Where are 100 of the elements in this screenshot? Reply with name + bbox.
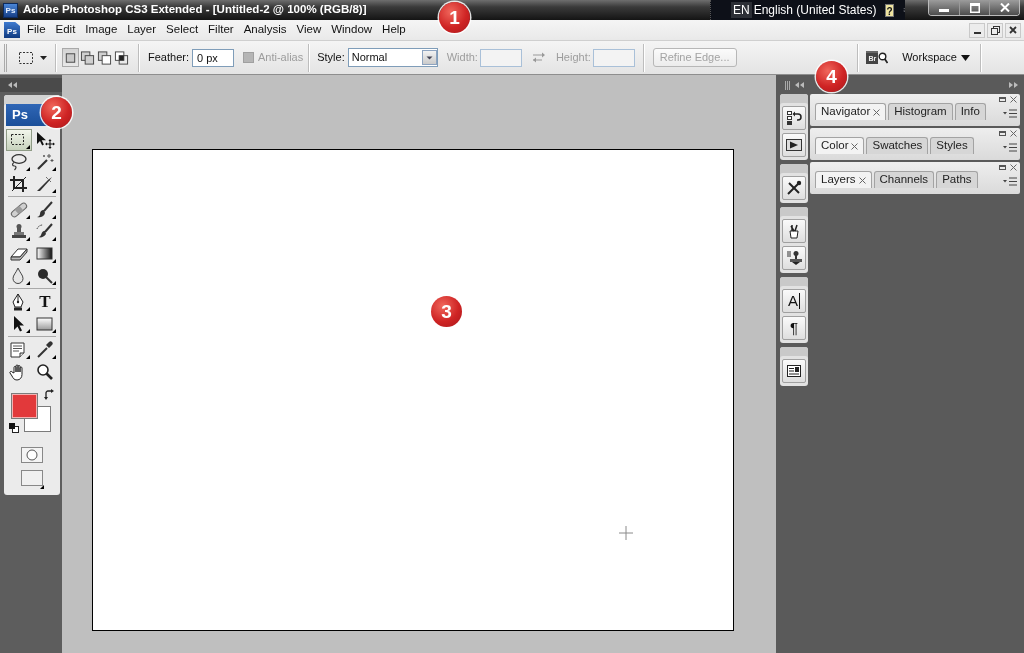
grip-icon xyxy=(4,43,7,72)
crop-icon xyxy=(8,175,30,193)
panel-tab[interactable]: Styles xyxy=(930,137,974,154)
crossed-tools-icon xyxy=(786,180,802,196)
caret-icon xyxy=(40,55,47,60)
workspace-button[interactable]: Workspace xyxy=(902,50,970,65)
overlapping-squares-icon xyxy=(80,49,95,66)
panel-button[interactable] xyxy=(782,106,806,130)
close-icon xyxy=(1010,95,1017,103)
caret-icon xyxy=(961,54,970,61)
collapse-icon xyxy=(8,82,17,88)
tool-button[interactable]: T xyxy=(32,291,58,313)
panel-button[interactable] xyxy=(782,133,806,157)
foreground-swatch-icon[interactable] xyxy=(11,393,38,419)
help-button[interactable]: ? xyxy=(885,3,894,17)
style-label: Style: xyxy=(317,50,345,65)
panel-tab[interactable]: Layers xyxy=(815,171,872,188)
close-button[interactable] xyxy=(989,0,1019,15)
menu-item[interactable]: Edit xyxy=(50,23,81,37)
style-dropdown[interactable]: Normal xyxy=(347,48,438,67)
feather-field[interactable]: 0 px xyxy=(191,48,234,67)
panel-menu-icon xyxy=(1003,177,1017,186)
panel-button[interactable] xyxy=(782,246,806,270)
menu-item[interactable]: File xyxy=(22,23,51,37)
panel-tab[interactable]: Channels xyxy=(873,171,935,188)
menu-item[interactable]: Analysis xyxy=(238,23,292,37)
screen-mode-button[interactable] xyxy=(20,469,44,489)
circle-frame-icon xyxy=(20,446,44,464)
app-logo: Ps xyxy=(3,2,18,18)
swap-arrows-icon xyxy=(44,389,55,400)
restore-button[interactable] xyxy=(987,22,1003,38)
window-title: Adobe Photoshop CS3 Extended - [Untitled-2 @ 100% (RGB/8)] xyxy=(23,3,367,17)
expand-icon xyxy=(1009,82,1018,88)
menu-item[interactable]: Select xyxy=(161,23,204,37)
magnifier-icon xyxy=(878,51,889,64)
quick-mask-button[interactable] xyxy=(20,445,44,465)
menu-item[interactable]: Help xyxy=(377,23,411,37)
panel-button[interactable] xyxy=(782,359,806,383)
paragraph-panel-button[interactable]: ¶ xyxy=(782,316,806,340)
step-marker: 2 xyxy=(41,97,72,128)
crosshair-icon xyxy=(619,526,633,540)
close-icon xyxy=(858,176,866,184)
caret-icon xyxy=(421,50,437,65)
collapse-icon xyxy=(795,82,804,88)
restore-icon xyxy=(990,25,1000,35)
panel-tab[interactable]: Info xyxy=(954,103,986,120)
selection-mode-button[interactable] xyxy=(113,48,130,67)
step-marker: 4 xyxy=(816,61,847,92)
grip-icon xyxy=(785,80,790,90)
play-icon xyxy=(786,137,802,153)
language-code[interactable]: EN xyxy=(731,1,752,19)
panel-tab[interactable]: Paths xyxy=(936,171,978,188)
document-icon xyxy=(786,363,802,379)
stamp-icon xyxy=(786,250,802,266)
panel-tab[interactable]: Navigator xyxy=(815,103,887,120)
minimize-button[interactable] xyxy=(929,0,959,15)
brush-curve-icon xyxy=(34,223,56,241)
maximize-button[interactable] xyxy=(959,0,989,15)
selection-mode-button[interactable] xyxy=(96,48,113,67)
panel-button[interactable] xyxy=(782,219,806,243)
minimize-icon xyxy=(999,164,1006,170)
menu-item[interactable]: Window xyxy=(326,23,378,37)
maximize-icon xyxy=(969,2,980,13)
minimize-button[interactable] xyxy=(969,22,985,38)
menu-item[interactable]: Filter xyxy=(203,23,239,37)
character-panel-button[interactable]: A xyxy=(782,289,806,313)
rectangle-frame-icon xyxy=(20,469,44,489)
height-label: Height: xyxy=(555,50,591,65)
close-icon xyxy=(999,3,1010,12)
squares-arrow-icon xyxy=(786,110,802,126)
app-logo: Ps xyxy=(4,22,20,38)
dashed-rectangle-icon xyxy=(17,49,35,66)
menu-item[interactable]: Image xyxy=(80,23,123,37)
selection-mode-button[interactable] xyxy=(79,48,96,67)
tool-button[interactable] xyxy=(6,129,32,151)
minimize-icon xyxy=(999,96,1006,102)
close-icon xyxy=(873,108,881,116)
menu-item[interactable]: Layer xyxy=(122,23,162,37)
close-icon xyxy=(1009,26,1017,34)
close-button[interactable] xyxy=(1005,22,1021,38)
brush-cup-icon xyxy=(786,223,802,239)
dashed-rectangle-icon xyxy=(8,131,30,149)
panel-tab[interactable]: Color xyxy=(815,137,865,154)
rectangle-icon xyxy=(34,315,56,333)
panel-menu-icon xyxy=(1003,109,1017,118)
close-icon xyxy=(1010,129,1017,137)
eraser-icon xyxy=(8,245,30,263)
close-icon xyxy=(851,142,859,150)
step-marker: 1 xyxy=(439,2,470,33)
language-name[interactable]: English (United States) xyxy=(753,2,877,18)
lasso-icon xyxy=(8,153,30,171)
swap-arrows-icon xyxy=(532,52,545,63)
panel-button[interactable] xyxy=(782,176,806,200)
panel-tab[interactable]: Swatches xyxy=(866,137,929,154)
panel-tab[interactable]: Histogram xyxy=(888,103,953,120)
note-icon xyxy=(8,341,30,359)
step-marker: 3 xyxy=(431,296,462,327)
menu-item[interactable]: View xyxy=(291,23,327,37)
close-icon xyxy=(1010,163,1017,171)
width-label: Width: xyxy=(446,50,478,65)
